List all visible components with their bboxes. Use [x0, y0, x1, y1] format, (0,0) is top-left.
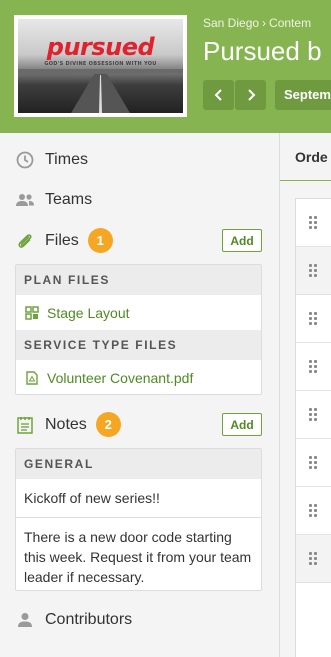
- plan-sidebar: Times Teams Files 1 Add PLAN FILES Stage…: [0, 133, 279, 657]
- drag-handle-icon[interactable]: [309, 456, 318, 470]
- plan-header: pursued GOD'S DIVINE OBSESSION WITH YOU …: [0, 0, 331, 133]
- sidebar-item-contributors[interactable]: Contributors: [15, 610, 132, 630]
- breadcrumb-service-type[interactable]: Contem: [269, 16, 311, 30]
- table-row[interactable]: [296, 391, 331, 439]
- plan-title: Pursued b: [203, 36, 322, 66]
- layout-icon: [24, 305, 40, 321]
- files-panel: PLAN FILES Stage Layout SERVICE TYPE FIL…: [15, 264, 262, 395]
- drag-handle-icon[interactable]: [309, 408, 318, 422]
- sidebar-item-files[interactable]: Files 1: [15, 228, 113, 253]
- table-row[interactable]: [296, 439, 331, 487]
- add-note-button[interactable]: Add: [222, 413, 262, 436]
- files-count-badge: 1: [87, 228, 113, 253]
- series-logo-tagline: GOD'S DIVINE OBSESSION WITH YOU: [44, 61, 157, 67]
- people-icon: [15, 190, 35, 210]
- note-item[interactable]: Kickoff of new series!!: [16, 479, 261, 517]
- breadcrumb: San Diego › Contem: [203, 16, 311, 30]
- file-name: Volunteer Covenant.pdf: [47, 369, 194, 386]
- sidebar-item-label: Files: [45, 231, 79, 249]
- breadcrumb-folder[interactable]: San Diego: [203, 16, 259, 30]
- drag-handle-icon[interactable]: [309, 216, 318, 230]
- notes-category-header: GENERAL: [16, 449, 261, 479]
- order-table: [295, 198, 331, 657]
- drag-handle-icon[interactable]: [309, 552, 318, 566]
- chevron-right-icon: [247, 89, 255, 101]
- paperclip-icon: [15, 231, 35, 251]
- series-logo-word: pursued: [46, 33, 155, 61]
- table-row[interactable]: [296, 535, 331, 583]
- table-row[interactable]: [296, 295, 331, 343]
- pdf-file-icon: [24, 370, 40, 386]
- sidebar-item-label: Teams: [45, 191, 93, 208]
- notepad-icon: [15, 415, 35, 435]
- drag-handle-icon[interactable]: [309, 312, 318, 326]
- drag-handle-icon[interactable]: [309, 360, 318, 374]
- table-row[interactable]: [296, 343, 331, 391]
- add-file-button[interactable]: Add: [222, 229, 262, 252]
- sidebar-item-teams[interactable]: Teams: [15, 190, 92, 210]
- sidebar-item-times[interactable]: Times: [15, 150, 88, 170]
- breadcrumb-separator-icon: ›: [262, 16, 267, 30]
- clock-icon: [15, 150, 35, 170]
- file-item-volunteer-covenant[interactable]: Volunteer Covenant.pdf: [16, 360, 261, 395]
- notes-panel: GENERAL Kickoff of new series!! There is…: [15, 448, 262, 591]
- person-icon: [15, 610, 35, 630]
- chevron-left-icon: [214, 89, 222, 101]
- service-type-files-header: SERVICE TYPE FILES: [16, 330, 261, 360]
- file-item-stage-layout[interactable]: Stage Layout: [16, 295, 261, 330]
- column-divider: [279, 133, 280, 657]
- sidebar-item-label: Times: [45, 151, 88, 168]
- sidebar-item-notes[interactable]: Notes 2: [15, 412, 121, 437]
- notes-count-badge: 2: [95, 412, 121, 437]
- note-item[interactable]: There is a new door code starting this w…: [16, 517, 261, 596]
- table-row[interactable]: [296, 199, 331, 247]
- plan-date-button[interactable]: Septem: [275, 80, 331, 110]
- tab-order-label: Orde: [295, 149, 328, 165]
- sidebar-item-label: Notes: [45, 415, 87, 433]
- next-plan-button[interactable]: [235, 80, 266, 110]
- file-name: Stage Layout: [47, 304, 130, 321]
- tab-order[interactable]: Orde: [280, 133, 331, 181]
- plan-files-header: PLAN FILES: [16, 265, 261, 295]
- drag-handle-icon[interactable]: [309, 504, 318, 518]
- series-artwork: pursued GOD'S DIVINE OBSESSION WITH YOU: [18, 19, 183, 113]
- table-row[interactable]: [296, 247, 331, 295]
- sidebar-item-label: Contributors: [45, 611, 133, 628]
- previous-plan-button[interactable]: [203, 80, 234, 110]
- series-thumbnail[interactable]: pursued GOD'S DIVINE OBSESSION WITH YOU: [14, 15, 187, 117]
- drag-handle-icon[interactable]: [309, 264, 318, 278]
- table-row[interactable]: [296, 487, 331, 535]
